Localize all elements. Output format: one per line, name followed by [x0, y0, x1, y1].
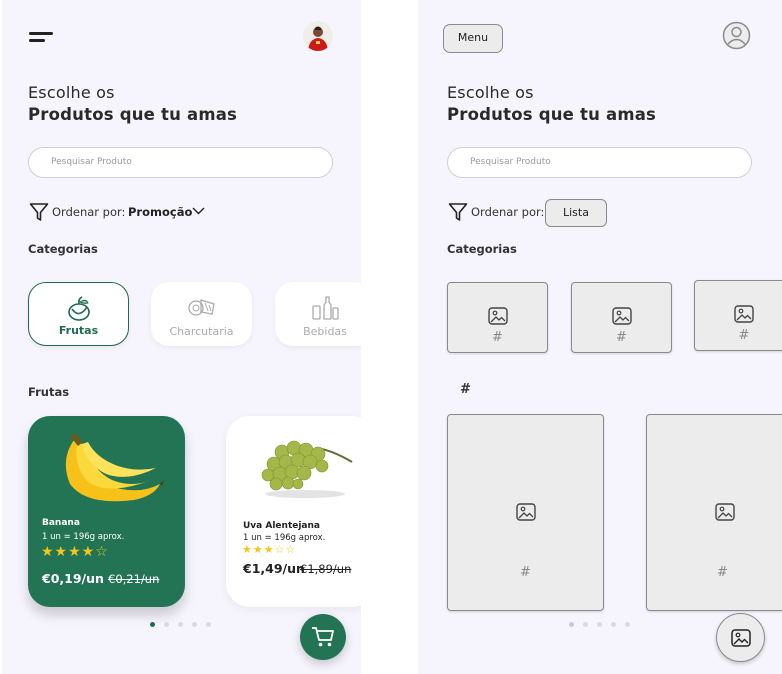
fruit-icon [67, 296, 90, 321]
carousel-dots [569, 622, 633, 628]
charcuterie-icon [187, 299, 215, 316]
banana-image [65, 433, 164, 502]
carousel-dot[interactable] [611, 622, 616, 627]
category-charcutaria[interactable]: Charcutaria [151, 282, 252, 346]
placeholder-hash: # [717, 565, 728, 580]
search-input[interactable]: Pesquisar Produto [28, 147, 333, 178]
avatar[interactable] [303, 21, 333, 51]
product-placeholder[interactable]: # [646, 414, 782, 611]
page-title-line1: Escolhe os [447, 83, 534, 102]
cart-button[interactable] [300, 614, 346, 660]
fab-placeholder[interactable] [716, 613, 765, 662]
sort-label: Ordenar por: [471, 205, 545, 219]
image-icon [715, 503, 735, 521]
section-title: Frutas [28, 385, 70, 399]
product-weight: 1 un = 196g aprox. [243, 533, 326, 543]
product-card-uva[interactable]: Uva Alentejana 1 un = 196g aprox. ★★★☆☆ … [226, 416, 361, 607]
page-title-line2: Produtos que tu amas [447, 105, 657, 124]
product-old-price: €0,21/un [108, 572, 160, 586]
category-frutas[interactable]: Frutas [28, 282, 129, 346]
category-placeholder[interactable]: # [694, 280, 782, 351]
carousel-dot[interactable] [597, 622, 602, 627]
carousel-dot[interactable] [569, 622, 574, 627]
carousel-dots [150, 622, 214, 628]
menu-icon[interactable] [29, 30, 55, 44]
carousel-dot[interactable] [164, 622, 169, 627]
category-placeholder[interactable]: # [447, 282, 548, 353]
image-icon [515, 503, 536, 521]
image-icon [734, 305, 754, 323]
wireframe-screen: Menu Escolhe os Produtos que tu amas Pes… [418, 0, 782, 674]
category-bebidas[interactable]: Bebidas [275, 282, 361, 346]
product-rating: ★★★★☆ [41, 544, 109, 560]
category-placeholder[interactable]: # [571, 282, 672, 353]
cart-icon [312, 627, 334, 647]
placeholder-hash: # [520, 565, 531, 580]
product-price: €1,49/un [243, 561, 305, 576]
chevron-down-icon[interactable] [192, 206, 205, 216]
placeholder-hash: # [616, 330, 627, 345]
image-icon [731, 629, 751, 647]
design-screen: Escolhe os Produtos que tu amas Pesquisa… [2, 0, 361, 674]
image-icon [487, 307, 508, 325]
product-weight: 1 un = 196g aprox. [42, 532, 125, 542]
carousel-dot[interactable] [178, 622, 183, 627]
filter-icon[interactable] [29, 202, 49, 222]
product-placeholder[interactable]: # [447, 414, 604, 611]
user-icon[interactable] [722, 21, 751, 50]
image-icon [611, 307, 632, 325]
sort-label: Ordenar por: [52, 205, 126, 219]
page-title-line1: Escolhe os [28, 83, 115, 102]
categories-title: Categorias [28, 242, 98, 256]
product-old-price: €1,89/un [300, 562, 352, 576]
sort-dropdown[interactable]: Promoção [128, 205, 192, 219]
carousel-dot[interactable] [192, 622, 197, 627]
product-rating: ★★★☆☆ [242, 543, 297, 556]
sort-dropdown[interactable]: Lista [545, 199, 607, 227]
product-name: Uva Alentejana [243, 521, 320, 531]
drinks-icon [312, 296, 339, 320]
section-title: # [460, 382, 471, 397]
carousel-dot[interactable] [206, 622, 211, 627]
carousel-dot[interactable] [625, 622, 630, 627]
categories-title: Categorias [447, 242, 517, 256]
product-name: Banana [42, 518, 80, 528]
grapes-image [261, 440, 353, 498]
carousel-dot[interactable] [150, 622, 155, 627]
product-price: €0,19/un [42, 571, 104, 586]
carousel-dot[interactable] [583, 622, 588, 627]
menu-button[interactable]: Menu [443, 24, 503, 53]
filter-icon[interactable] [448, 202, 468, 222]
placeholder-hash: # [738, 328, 750, 343]
search-input[interactable]: Pesquisar Produto [447, 147, 752, 178]
placeholder-hash: # [492, 330, 503, 345]
page-title-line2: Produtos que tu amas [28, 105, 238, 124]
product-card-banana[interactable]: Banana 1 un = 196g aprox. ★★★★☆ €0,19/un… [28, 416, 185, 607]
